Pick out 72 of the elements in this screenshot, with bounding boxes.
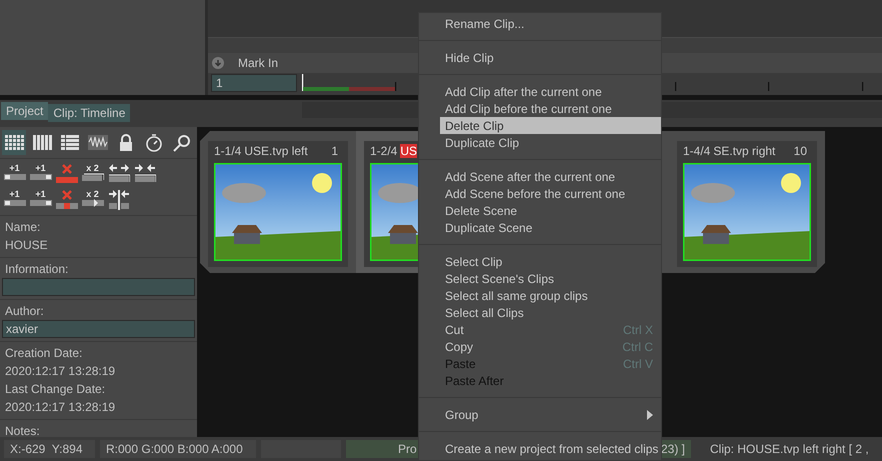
mark-in-label: Mark In xyxy=(238,56,278,70)
clip-action-button[interactable]: x 2 xyxy=(81,190,104,210)
property-label: Creation Date: xyxy=(4,345,84,362)
clip-bar-icon xyxy=(82,173,104,182)
menu-item[interactable]: Duplicate Scene xyxy=(440,219,661,236)
menu-item[interactable]: Select Scene's Clips xyxy=(440,270,661,287)
timer-icon xyxy=(143,132,165,153)
clip-action-button[interactable]: x 2 xyxy=(81,164,104,184)
split-icon xyxy=(108,190,130,210)
tab[interactable]: Clip: Timeline xyxy=(48,104,130,122)
clip-bar-icon xyxy=(30,199,52,208)
clip-count: 1 xyxy=(331,144,339,158)
property-label: Author: xyxy=(4,303,45,320)
menu-item[interactable]: Hide Clip xyxy=(440,49,661,66)
menu-item[interactable]: Select Clip xyxy=(440,253,661,270)
menu-item[interactable]: Rename Clip... xyxy=(440,15,661,32)
view-button[interactable] xyxy=(2,130,26,155)
clip-bar-icon xyxy=(4,173,26,182)
clip-bar-icon xyxy=(4,199,26,208)
progress-text: 23) ] xyxy=(660,441,685,458)
clip-index: 1-4/4 xyxy=(683,144,710,158)
clip-index: 1-1/4 xyxy=(214,144,242,158)
delete-scene-icon xyxy=(56,190,78,210)
property-field[interactable] xyxy=(2,278,195,296)
clip-bar-icon xyxy=(82,199,104,208)
property-value: 2020:12:17 13:28:19 xyxy=(4,363,116,380)
clip-card[interactable]: 1-4/4 SE.tvp right 10 xyxy=(677,141,817,267)
property-value: HOUSE xyxy=(4,237,49,254)
delete-clip-icon xyxy=(56,164,78,184)
property-field[interactable]: xavier xyxy=(2,320,195,338)
menu-item[interactable]: Add Clip after the current one xyxy=(440,83,661,100)
columns-icon xyxy=(31,132,53,153)
menu-item[interactable]: Add Scene before the current one xyxy=(440,185,661,202)
property-label: Last Change Date: xyxy=(4,381,106,398)
clip-action-button[interactable]: +1 xyxy=(29,164,52,184)
move-right-icon xyxy=(134,164,156,184)
clip-action-button[interactable]: +1 xyxy=(3,190,26,210)
clip-name: SE.tvp right xyxy=(713,144,776,158)
menu-item[interactable]: Delete Clip xyxy=(440,117,661,134)
property-value: 2020:12:17 13:28:19 xyxy=(4,399,116,416)
clip-card[interactable]: 1-1/4 USE.tvp left 1 xyxy=(208,141,348,267)
search-icon xyxy=(171,132,193,153)
down-arrow-icon[interactable] xyxy=(212,57,224,69)
progress-text: Pro xyxy=(397,441,417,458)
menu-item[interactable]: Add Scene after the current one xyxy=(440,168,661,185)
clip-count: 10 xyxy=(794,144,808,158)
menu-item[interactable]: Select all same group clips xyxy=(440,287,661,304)
property-label: Name: xyxy=(4,219,42,236)
menu-item[interactable]: Select all Clips xyxy=(440,304,661,321)
move-left-icon xyxy=(108,164,130,184)
clip-index: 1-2/4 xyxy=(370,144,398,158)
clip-action-button[interactable]: +1 xyxy=(29,190,52,210)
menu-item[interactable]: Create a new project from selected clips xyxy=(440,440,661,457)
clip-status: Clip: HOUSE.tvp left right [ 2 , xyxy=(710,442,869,456)
mark-in-field[interactable]: 1 xyxy=(211,74,297,92)
clip-slot[interactable]: 1-1/4 USE.tvp left 1 xyxy=(200,131,356,273)
cursor-position: X:-629 Y:894 xyxy=(4,440,95,458)
color-readout: R:000 G:000 B:000 A:000 xyxy=(100,440,256,458)
menu-item[interactable]: Delete Scene xyxy=(440,202,661,219)
tab[interactable]: Project xyxy=(1,102,48,120)
wave-icon xyxy=(87,132,109,153)
clip-slot[interactable]: 1-4/4 SE.tvp right 10 xyxy=(669,131,825,273)
clip-bar-icon xyxy=(30,173,52,182)
clip-action-button[interactable]: +1 xyxy=(3,164,26,184)
clip-name: USE.tvp left xyxy=(244,144,308,158)
property-label: Notes: xyxy=(4,423,41,437)
clip-name: US xyxy=(400,144,418,158)
list-icon xyxy=(59,132,81,153)
property-label: Information: xyxy=(4,261,70,278)
grid-icon xyxy=(3,132,25,153)
menu-item[interactable]: Duplicate Clip xyxy=(440,134,661,151)
menu-item[interactable]: Group xyxy=(440,406,661,423)
